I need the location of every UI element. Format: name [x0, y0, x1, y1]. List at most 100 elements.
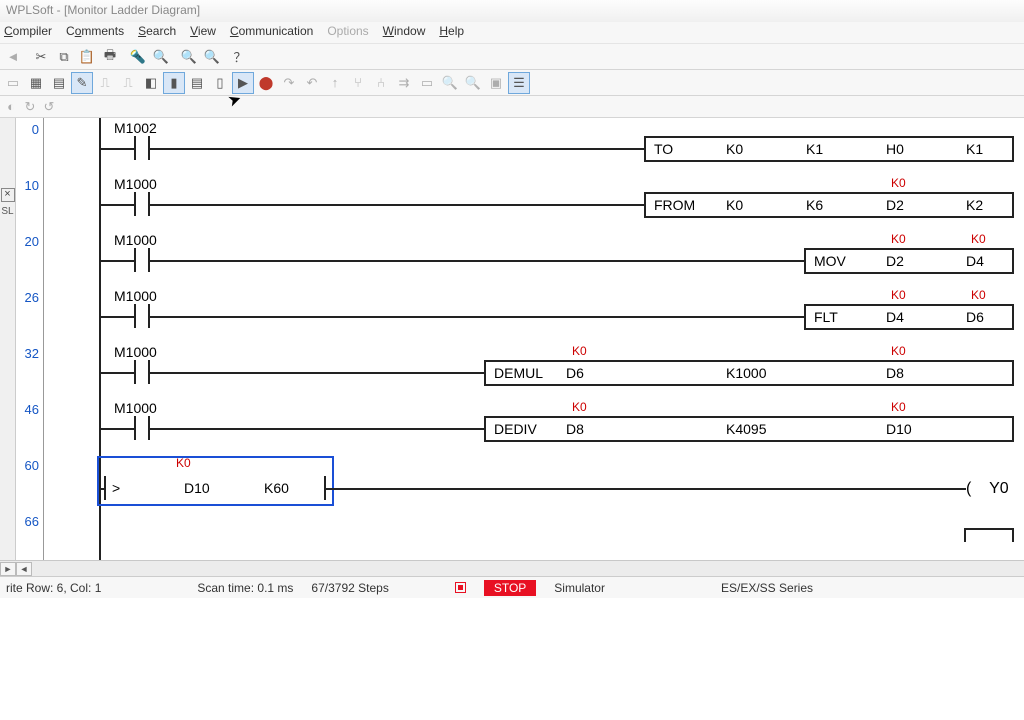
- contact-label: M1000: [114, 176, 157, 192]
- instruction-operand: K1000: [726, 365, 766, 381]
- stop-indicator-icon: [455, 582, 466, 593]
- monitor-value: K0: [891, 344, 906, 358]
- menu-bar: Compiler Comments Search View Communicat…: [0, 22, 1024, 44]
- table-icon[interactable]: ▤: [48, 72, 70, 94]
- link-icon: ⇉: [393, 72, 415, 94]
- instruction-operand: TO: [654, 141, 673, 157]
- redo-icon: ↺: [40, 98, 58, 116]
- zoom-out-icon[interactable]: 🔍: [201, 46, 223, 68]
- instruction-box[interactable]: DEMUL D6 K1000 D8: [484, 360, 1014, 386]
- toolbar-1: ◄ ✂ ⧉ 📋 🖶 🔦 🔍 🔍 🔍 ？: [0, 44, 1024, 70]
- app-title: WPLSoft - [Monitor Ladder Diagram]: [6, 3, 200, 17]
- find-icon[interactable]: 🔦: [127, 46, 149, 68]
- row-number: 0: [32, 122, 39, 137]
- instruction-operand: K2: [966, 197, 983, 213]
- instruction-operand: K4095: [726, 421, 766, 437]
- instruction-box[interactable]: DEDIV D8 K4095 D10: [484, 416, 1014, 442]
- workspace: × SL 010202632466066 M1002TOK0K1H0K1M100…: [0, 118, 1024, 560]
- menu-communication[interactable]: Communication: [230, 24, 313, 41]
- print-icon[interactable]: 🖶: [99, 46, 121, 68]
- instruction-operand: D2: [886, 197, 904, 213]
- refresh-icon: ↻: [21, 98, 39, 116]
- menu-search[interactable]: Search: [138, 24, 176, 41]
- row-number: 66: [25, 514, 39, 529]
- instruction-box[interactable]: FLTD4D6: [804, 304, 1014, 330]
- step-over-icon: ↶: [301, 72, 323, 94]
- monitor-icon[interactable]: ☰: [508, 72, 530, 94]
- instruction-operand: MOV: [814, 253, 846, 269]
- monitor-value: K0: [971, 288, 986, 302]
- row-number: 20: [25, 234, 39, 249]
- monitor-value: K0: [971, 232, 986, 246]
- monitor-value: K0: [891, 176, 906, 190]
- scroll-left-icon[interactable]: ►: [0, 562, 16, 576]
- ladder-diagram[interactable]: M1002TOK0K1H0K1M1000K0FROMK0K6D2K2M1000K…: [44, 118, 1024, 560]
- contact-label: M1002: [114, 120, 157, 136]
- instruction-operand: DEMUL: [494, 365, 543, 381]
- row-number: 10: [25, 178, 39, 193]
- status-position: rite Row: 6, Col: 1: [6, 581, 101, 595]
- menu-options: Options: [327, 24, 368, 41]
- highlight-icon[interactable]: ▮: [163, 72, 185, 94]
- refresh-back-icon: ◐: [2, 98, 20, 116]
- help-icon[interactable]: ？: [229, 46, 251, 68]
- menu-comments[interactable]: Comments: [66, 24, 124, 41]
- row-number: 46: [25, 402, 39, 417]
- instruction-operand: D8: [566, 421, 584, 437]
- horizontal-scrollbar[interactable]: ► ◄: [0, 560, 1024, 576]
- zoom-in-icon[interactable]: 🔍: [178, 46, 200, 68]
- output-coil[interactable]: ( Y0: [966, 480, 1009, 498]
- instruction-operand: D10: [886, 421, 912, 437]
- row-number: 26: [25, 290, 39, 305]
- menu-view[interactable]: View: [190, 24, 216, 41]
- toolbar-2: ▭ ▦ ▤ ✎ ⎍ ⎍ ◧ ▮ ▤ ▯ ▶ ⬤ ↷ ↶ ↑ ⑂ ⑃ ⇉ ▭ 🔍 …: [0, 70, 1024, 96]
- menu-help[interactable]: Help: [439, 24, 464, 41]
- status-series: ES/EX/SS Series: [721, 581, 813, 595]
- instruction-operand: D8: [886, 365, 904, 381]
- instruction-operand: K0: [726, 197, 743, 213]
- instruction-operand: DEDIV: [494, 421, 537, 437]
- row-number: 60: [25, 458, 39, 473]
- zoom-icon[interactable]: 🔍: [150, 46, 172, 68]
- tool-b-icon: ⎍: [117, 72, 139, 94]
- instruction-operand: K1: [966, 141, 983, 157]
- monitor-value: K0: [572, 344, 587, 358]
- status-steps: 67/3792 Steps: [311, 581, 388, 595]
- stop-icon[interactable]: ⬤: [255, 72, 277, 94]
- instruction-box[interactable]: FROMK0K6D2K2: [644, 192, 1014, 218]
- marker-icon[interactable]: ◧: [140, 72, 162, 94]
- pointer-icon: ↑: [324, 72, 346, 94]
- paste-icon[interactable]: 📋: [76, 46, 98, 68]
- cut-icon[interactable]: ✂: [30, 46, 52, 68]
- instruction-operand: H0: [886, 141, 904, 157]
- status-scan-time: Scan time: 0.1 ms: [197, 581, 293, 595]
- menu-compiler[interactable]: Compiler: [4, 24, 52, 41]
- instruction-operand: FLT: [814, 309, 838, 325]
- instruction-operand: D6: [566, 365, 584, 381]
- gutter-label: SL: [1, 206, 13, 217]
- menu-window[interactable]: Window: [383, 24, 426, 41]
- instruction-operand: D2: [886, 253, 904, 269]
- monitor-value: K0: [891, 400, 906, 414]
- brush-icon[interactable]: ✎: [71, 72, 93, 94]
- contact-label: M1000: [114, 344, 157, 360]
- toolbar-3: ◐ ↻ ↺: [0, 96, 1024, 118]
- tool-a-icon: ⎍: [94, 72, 116, 94]
- instruction-box[interactable]: MOV D2 D4: [804, 248, 1014, 274]
- close-panel-icon[interactable]: ×: [1, 188, 15, 202]
- zoom3-icon: 🔍: [462, 72, 484, 94]
- step-icon: ↷: [278, 72, 300, 94]
- instruction-operand: D4: [966, 253, 984, 269]
- page-icon[interactable]: ▯: [209, 72, 231, 94]
- list-icon[interactable]: ▤: [186, 72, 208, 94]
- monitor-value: K0: [572, 400, 587, 414]
- instruction-operand: K1: [806, 141, 823, 157]
- partial-box: [964, 528, 1014, 542]
- grid-icon[interactable]: ▦: [25, 72, 47, 94]
- copy-icon[interactable]: ⧉: [53, 46, 75, 68]
- contact-label: M1000: [114, 288, 157, 304]
- title-bar: WPLSoft - [Monitor Ladder Diagram]: [0, 0, 1024, 22]
- instruction-box[interactable]: TOK0K1H0K1: [644, 136, 1014, 162]
- compare-instruction[interactable]: >D10K60: [104, 476, 326, 500]
- scroll-left2-icon[interactable]: ◄: [16, 562, 32, 576]
